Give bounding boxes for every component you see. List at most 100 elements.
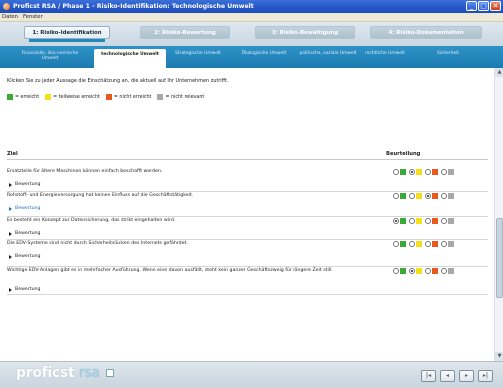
rating-option-partial[interactable] (409, 218, 422, 224)
rating-radio[interactable] (425, 268, 431, 274)
goal-text: Wichtige EDV-Anlagen gibt es in mehrfach… (7, 268, 333, 273)
next-page-button[interactable]: ▸ (459, 370, 474, 382)
goal-text: Es besteht ein Konzept zur Datensicherun… (7, 218, 176, 223)
navigation-buttons: |◂ ◂ ▸ ▸| (421, 370, 493, 382)
rating-options (393, 268, 454, 274)
minimize-button[interactable]: _ (466, 1, 477, 11)
rating-swatch-achieved (400, 241, 406, 247)
expand-bewertung[interactable]: Bewertung (9, 206, 41, 211)
rating-radio[interactable] (441, 218, 447, 224)
expand-bewertung[interactable]: Bewertung (9, 231, 41, 236)
rating-radio[interactable] (441, 268, 447, 274)
maximize-button[interactable]: □ (478, 1, 489, 11)
rating-radio[interactable] (441, 169, 447, 175)
close-button[interactable]: ✕ (490, 1, 501, 11)
row-divider (7, 191, 488, 192)
rating-radio[interactable] (425, 193, 431, 199)
rating-option-not-achieved[interactable] (425, 193, 438, 199)
menu-fenster[interactable]: Fenster (23, 14, 43, 20)
tab-political-social[interactable]: politische, soziale Umwelt (298, 48, 358, 64)
rating-option-partial[interactable] (409, 241, 422, 247)
tab-financial[interactable]: Finanzielle, öko-nomische Umwelt (20, 48, 80, 64)
rating-options (393, 241, 454, 247)
row-divider (7, 294, 488, 295)
first-page-button[interactable]: |◂ (421, 370, 436, 382)
rating-radio[interactable] (409, 218, 415, 224)
rating-radio[interactable] (393, 218, 399, 224)
expand-label: Bewertung (15, 182, 41, 187)
rating-option-not-achieved[interactable] (425, 241, 438, 247)
goal-row: Rohstoff- und Energieversorgung hat kein… (7, 193, 488, 218)
rating-option-achieved[interactable] (393, 193, 406, 199)
scroll-thumb[interactable] (496, 218, 503, 298)
phase-tab-label: 1: Risiko-Identifikation (32, 30, 102, 36)
rating-radio[interactable] (409, 169, 415, 175)
expand-bewertung[interactable]: Bewertung (9, 182, 41, 187)
menu-daten[interactable]: Daten (2, 14, 18, 20)
rating-option-not-relevant[interactable] (441, 268, 454, 274)
logo-sub: rsa (78, 365, 100, 381)
last-page-button[interactable]: ▸| (478, 370, 493, 382)
tab-technological[interactable]: technologische Umwelt (94, 49, 166, 68)
phase-tab-label: 4: Risiko-Dokumentation (388, 30, 464, 36)
rating-radio[interactable] (441, 241, 447, 247)
rating-option-partial[interactable] (409, 193, 422, 199)
logo-main: proficst (16, 365, 75, 381)
tab-legal[interactable]: rechtliche Umwelt (360, 48, 410, 64)
rating-radio[interactable] (409, 268, 415, 274)
rating-option-not-relevant[interactable] (441, 169, 454, 175)
rating-option-partial[interactable] (409, 169, 422, 175)
rating-swatch-partial (416, 193, 422, 199)
rating-option-achieved[interactable] (393, 218, 406, 224)
rating-option-not-relevant[interactable] (441, 218, 454, 224)
rating-radio[interactable] (425, 218, 431, 224)
rating-option-partial[interactable] (409, 268, 422, 274)
rating-option-achieved[interactable] (393, 169, 406, 175)
rating-radio[interactable] (409, 241, 415, 247)
rating-radio[interactable] (393, 268, 399, 274)
phase-tab-label: 2: Risiko-Bewertung (154, 30, 216, 36)
rating-swatch-not-relevant (448, 193, 454, 199)
expand-bewertung[interactable]: Bewertung (9, 287, 41, 292)
previous-page-button[interactable]: ◂ (440, 370, 455, 382)
rating-option-not-achieved[interactable] (425, 268, 438, 274)
rating-radio[interactable] (393, 241, 399, 247)
rating-radio[interactable] (409, 193, 415, 199)
vertical-scrollbar[interactable]: ▲ ▼ (494, 68, 503, 361)
rating-radio[interactable] (393, 169, 399, 175)
rating-radio[interactable] (425, 169, 431, 175)
rating-swatch-achieved (400, 193, 406, 199)
rating-swatch-not-achieved (432, 218, 438, 224)
rating-swatch-partial (416, 218, 422, 224)
rating-radio[interactable] (441, 193, 447, 199)
rating-option-not-relevant[interactable] (441, 193, 454, 199)
phase-tab-2[interactable]: 2: Risiko-Bewertung (140, 26, 230, 39)
tab-strategic[interactable]: Strategische Umwelt (170, 48, 226, 64)
rating-option-achieved[interactable] (393, 268, 406, 274)
legend: = erreicht = teilweise erreicht = nicht … (7, 94, 204, 100)
proficst-logo: proficst rsa (16, 365, 115, 381)
expand-bewertung[interactable]: Bewertung (9, 254, 41, 259)
goal-text: Ersatzteile für ältere Maschinen können … (7, 169, 163, 174)
tab-ecological[interactable]: Ökologische Umwelt (234, 48, 294, 64)
legend-swatch-partial (45, 94, 52, 100)
rating-options (393, 193, 454, 199)
legend-item: = erreicht (7, 94, 39, 100)
instructions: Klicken Sie zu jeder Aussage die Einschä… (7, 78, 229, 84)
scroll-up-icon[interactable]: ▲ (495, 68, 503, 77)
scroll-down-icon[interactable]: ▼ (495, 352, 503, 361)
rating-swatch-not-achieved (432, 193, 438, 199)
phase-tab-1[interactable]: 1: Risiko-Identifikation (24, 26, 110, 42)
rating-radio[interactable] (393, 193, 399, 199)
rating-option-not-achieved[interactable] (425, 169, 438, 175)
rating-radio[interactable] (425, 241, 431, 247)
tab-security[interactable]: Sicherheit (420, 48, 476, 64)
window-controls: _ □ ✕ (466, 1, 501, 11)
rating-option-achieved[interactable] (393, 241, 406, 247)
rating-option-not-relevant[interactable] (441, 241, 454, 247)
phase-tab-3[interactable]: 3: Risiko-Bewältigung (255, 26, 355, 39)
rating-option-not-achieved[interactable] (425, 218, 438, 224)
window-title: Proficst RSA / Phase 1 - Risiko-Identifi… (13, 3, 254, 10)
phase-tab-4[interactable]: 4: Risiko-Dokumentation (370, 26, 482, 39)
goal-text: Die EDV-Systeme sind nicht durch Sicherh… (7, 241, 188, 246)
